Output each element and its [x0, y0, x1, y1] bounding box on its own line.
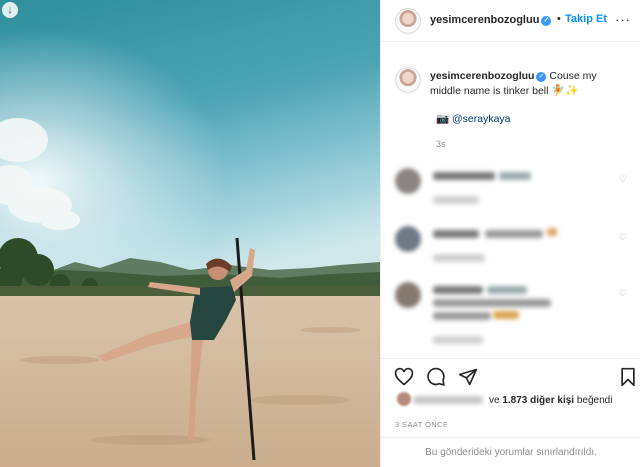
comment-avatar[interactable]	[395, 226, 421, 252]
blurred-meta	[433, 254, 485, 262]
author-username-header[interactable]: yesimcerenbozogluu ✓	[430, 14, 552, 26]
post-header: yesimcerenbozogluu ✓ • Takip Et ···	[381, 0, 640, 42]
caption-username[interactable]: yesimcerenbozogluu	[430, 70, 534, 82]
caption-avatar[interactable]	[395, 67, 421, 93]
blurred-comment	[499, 172, 531, 180]
blurred-username	[433, 286, 483, 294]
comment-icon[interactable]	[426, 367, 446, 387]
camera-emoji: 📷	[436, 113, 450, 125]
post-sidebar: yesimcerenbozogluu ✓ • Takip Et ··· yesim…	[380, 0, 640, 467]
mention-link[interactable]: @seraykaya	[452, 113, 511, 125]
blurred-emoji	[493, 311, 519, 319]
blurred-meta	[433, 336, 483, 344]
separator-dot: •	[557, 13, 561, 25]
comments-restricted-notice: Bu gönderideki yorumlar sınırlandırıldı.	[381, 437, 640, 467]
download-icon[interactable]: ↓	[2, 2, 18, 18]
fairy-sparkles-emoji: 🧚✨	[551, 85, 579, 97]
comment-item: ♡	[381, 282, 640, 354]
caption-timestamp: 3s	[436, 139, 446, 149]
bookmark-icon[interactable]	[618, 367, 638, 387]
share-icon[interactable]	[458, 367, 478, 387]
likes-text: ve 1.873 diğer kişi beğendi	[489, 395, 613, 406]
blurred-emoji	[547, 228, 557, 236]
photo-credit: 📷 @seraykaya	[436, 112, 511, 125]
post-timestamp: 3 SAAT ÖNCE	[395, 420, 449, 429]
blurred-meta	[433, 196, 479, 204]
verified-badge-icon: ✓	[536, 72, 547, 82]
follow-button[interactable]: Takip Et	[565, 13, 607, 25]
comment-item: ♡	[381, 168, 640, 228]
likes-count[interactable]: 1.873 diğer kişi	[502, 395, 574, 406]
action-bar	[381, 358, 640, 394]
caption-text: yesimcerenbozogluu ✓ Couse my middle name…	[430, 69, 630, 99]
blurred-liker-name	[413, 396, 483, 404]
comment-avatar[interactable]	[395, 168, 421, 194]
beach-photo	[0, 0, 380, 467]
comment-item: ♡	[381, 226, 640, 286]
comment-like-icon[interactable]: ♡	[619, 288, 627, 299]
likes-summary[interactable]: ve 1.873 diğer kişi beğendi	[381, 392, 640, 414]
verified-badge-icon: ✓	[541, 16, 552, 26]
blurred-comment	[433, 299, 551, 307]
heart-icon[interactable]	[394, 367, 414, 387]
blurred-comment	[487, 286, 527, 294]
author-avatar[interactable]	[395, 8, 421, 34]
comment-like-icon[interactable]: ♡	[619, 174, 627, 185]
blurred-comment	[433, 312, 491, 320]
liker-avatar[interactable]	[397, 392, 411, 406]
post-photo[interactable]: ↓	[0, 0, 380, 467]
more-options-icon[interactable]: ···	[615, 12, 631, 27]
blurred-username	[433, 230, 479, 238]
comment-avatar[interactable]	[395, 282, 421, 308]
blurred-username	[433, 172, 495, 180]
blurred-comment	[485, 230, 543, 238]
comment-like-icon[interactable]: ♡	[619, 232, 627, 243]
